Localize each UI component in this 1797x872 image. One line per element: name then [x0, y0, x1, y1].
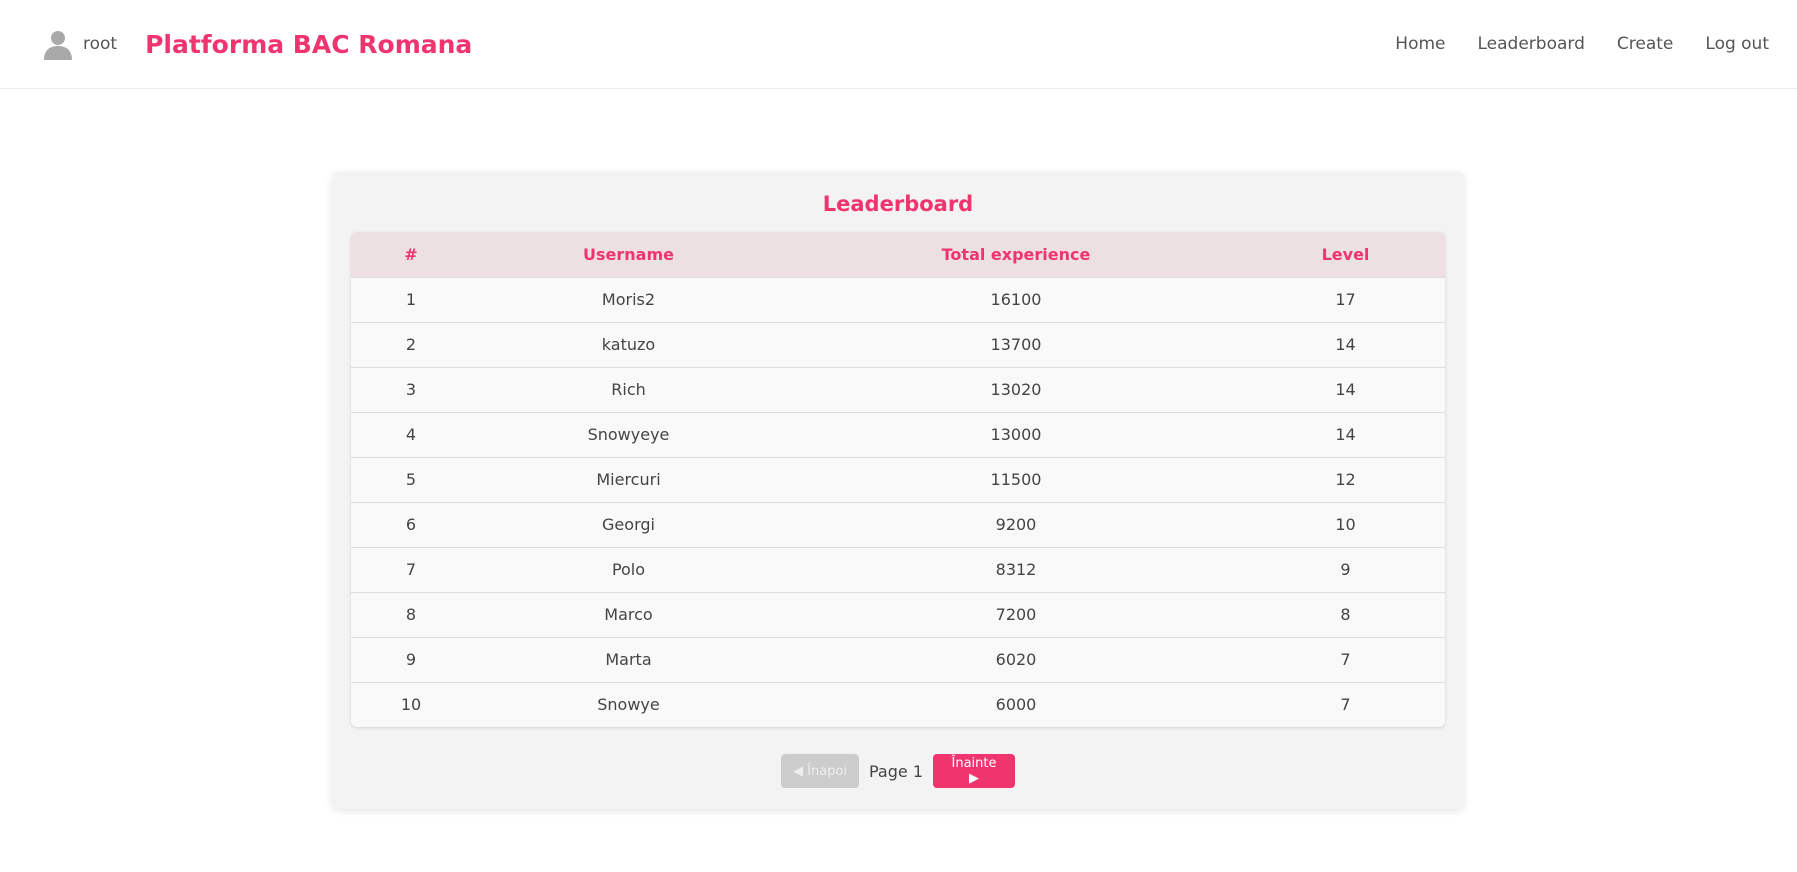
cell-level: 17 — [1335, 290, 1356, 309]
cell-username: Moris2 — [601, 290, 656, 309]
cell-level: 14 — [1335, 380, 1356, 399]
cell-level: 12 — [1335, 470, 1356, 489]
nav-left: root Platforma BAC Romana — [42, 28, 472, 60]
cell-username: Georgi — [602, 515, 655, 534]
cell-level: 7 — [1340, 650, 1351, 669]
cell-level: 10 — [1335, 515, 1356, 534]
cell-username: Snowyeye — [587, 425, 670, 444]
cell-experience: 11500 — [990, 470, 1042, 489]
cell-username: Rich — [611, 380, 646, 399]
cell-experience: 6020 — [995, 650, 1037, 669]
leaderboard-table: # Username Total experience Level 1 Mori… — [351, 232, 1445, 727]
nav-link-create[interactable]: Create — [1617, 34, 1674, 54]
cell-level: 8 — [1340, 605, 1351, 624]
table-row: 7 Polo 8312 9 — [351, 547, 1445, 592]
cell-level: 7 — [1340, 695, 1351, 715]
table-row: 4 Snowyeye 13000 14 — [351, 412, 1445, 457]
cell-username: Snowye — [597, 695, 660, 715]
cell-username: Marta — [605, 650, 652, 669]
cell-username: Marco — [604, 605, 653, 624]
user-avatar-icon[interactable] — [42, 28, 74, 60]
cell-level: 9 — [1340, 560, 1351, 579]
leaderboard-table-container: # Username Total experience Level 1 Mori… — [351, 232, 1445, 727]
cell-rank: 6 — [405, 515, 417, 534]
cell-experience: 13700 — [990, 335, 1042, 354]
table-header-row: # Username Total experience Level — [351, 232, 1445, 277]
cell-rank: 9 — [405, 650, 417, 669]
table-row: 3 Rich 13020 14 — [351, 367, 1445, 412]
cell-experience: 9200 — [995, 515, 1037, 534]
cell-rank: 8 — [405, 605, 417, 624]
cell-experience: 8312 — [995, 560, 1037, 579]
cell-level: 14 — [1335, 335, 1356, 354]
cell-rank: 1 — [405, 290, 417, 309]
cell-experience: 13000 — [990, 425, 1042, 444]
brand-logo[interactable]: Platforma BAC Romana — [145, 30, 472, 59]
table-row: 6 Georgi 9200 10 — [351, 502, 1445, 547]
leaderboard-card: Leaderboard # Username Total experience … — [332, 172, 1464, 809]
table-row: 10 Snowye 6000 7 — [351, 682, 1445, 727]
cell-username: Miercuri — [596, 470, 661, 489]
table-row: 9 Marta 6020 7 — [351, 637, 1445, 682]
column-header-rank: # — [404, 244, 418, 264]
cell-level: 14 — [1335, 425, 1356, 444]
leaderboard-title: Leaderboard — [822, 192, 974, 216]
cell-username: Polo — [611, 560, 646, 579]
cell-experience: 13020 — [990, 380, 1042, 399]
nav-link-leaderboard[interactable]: Leaderboard — [1478, 34, 1585, 54]
nav-links: Home Leaderboard Create Log out — [1395, 34, 1769, 54]
cell-rank: 2 — [405, 335, 417, 354]
column-header-experience: Total experience — [941, 244, 1091, 264]
cell-rank: 4 — [405, 425, 417, 444]
pagination: ◀ Înapoi Page 1 Înainte ▶ — [332, 754, 1464, 788]
cell-username: katuzo — [601, 335, 656, 354]
cell-experience: 6000 — [995, 695, 1037, 715]
table-row: 1 Moris2 16100 17 — [351, 277, 1445, 322]
table-row: 2 katuzo 13700 14 — [351, 322, 1445, 367]
column-header-username: Username — [583, 244, 674, 264]
page-indicator: Page 1 — [869, 761, 923, 781]
nav-link-logout[interactable]: Log out — [1705, 34, 1769, 54]
cell-experience: 16100 — [990, 290, 1042, 309]
table-row: 5 Miercuri 11500 12 — [351, 457, 1445, 502]
nav-username[interactable]: root — [83, 34, 117, 54]
cell-rank: 3 — [405, 380, 417, 399]
cell-rank: 7 — [405, 560, 417, 579]
prev-page-button[interactable]: ◀ Înapoi — [781, 754, 859, 788]
cell-experience: 7200 — [995, 605, 1037, 624]
nav-link-home[interactable]: Home — [1395, 34, 1445, 54]
top-navbar: root Platforma BAC Romana Home Leaderboa… — [0, 0, 1797, 89]
cell-rank: 10 — [400, 695, 422, 715]
cell-rank: 5 — [405, 470, 417, 489]
column-header-level: Level — [1321, 244, 1370, 264]
table-row: 8 Marco 7200 8 — [351, 592, 1445, 637]
next-page-button[interactable]: Înainte ▶ — [933, 754, 1015, 788]
